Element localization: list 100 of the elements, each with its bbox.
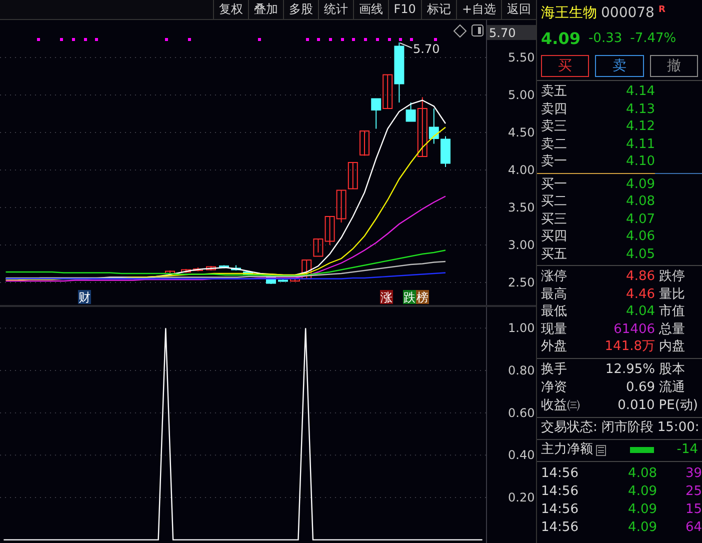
ask-price: 4.10 (625, 153, 655, 171)
status-time: 15:00: (657, 419, 700, 438)
field-label: 最高 (541, 286, 567, 302)
candlestick (165, 270, 175, 275)
field-label: 总量 (659, 322, 685, 336)
stat-value: 4.86 (625, 268, 655, 286)
trade-price: 4.09 (627, 500, 657, 519)
diamond-icon[interactable] (453, 24, 467, 38)
toolbar-button[interactable]: 多股 (282, 0, 318, 19)
percent-change: -7.47% (630, 30, 676, 48)
bid-price: 4.08 (625, 193, 655, 211)
toolbar-button[interactable]: 画线 (352, 0, 388, 19)
bid-price: 4.06 (625, 228, 655, 246)
field-label: 买三 (541, 212, 567, 226)
field-label: 买五 (541, 246, 567, 262)
field-label: 内盘 (659, 339, 685, 354)
stat-value: 0.69 (625, 378, 655, 397)
event-marker[interactable]: 涨 (380, 290, 393, 304)
candlestick (206, 266, 216, 271)
trade-volume: 25 (685, 482, 702, 501)
trade-time: 14:56 (541, 500, 580, 519)
leader-line (400, 42, 412, 48)
trade-button[interactable]: 卖 (595, 55, 644, 77)
field-label: 流通 (659, 380, 685, 395)
axis-tick-label: 2.50 (508, 276, 535, 290)
field-label: 交易状态: (541, 419, 598, 438)
candlestick (360, 130, 370, 156)
ask-price: 4.13 (625, 100, 655, 118)
field-label: 最低 (541, 304, 567, 319)
trade-price: 4.08 (627, 464, 657, 483)
trade-button[interactable]: 买 (541, 55, 590, 77)
toolbar-button[interactable]: 返回 (501, 0, 536, 19)
toolbar-button[interactable]: 标记 (420, 0, 456, 19)
field-label: 现量 (541, 322, 567, 336)
bid-price: 4.05 (625, 246, 655, 264)
stat-value: 141.8万 (604, 338, 655, 356)
toolbar-button[interactable]: 统计 (318, 0, 353, 19)
axis-tick-label: 4.00 (508, 163, 535, 177)
field-label: 跌停 (659, 269, 685, 284)
field-label: 市值 (659, 304, 685, 319)
axis-tick-label: 5.50 (508, 50, 535, 64)
high-price-label: 5.70 (413, 42, 440, 56)
toolbar-button[interactable]: +自选 (456, 0, 501, 19)
axis-tick-label: 0.80 (508, 364, 535, 378)
stat-value: 12.95% (604, 360, 655, 379)
event-marker[interactable]: 跌 (403, 290, 416, 304)
field-label: PE(动) (658, 398, 698, 413)
status-value: 闭市阶段 (601, 419, 654, 438)
toolbar-button[interactable]: 复权 (212, 0, 248, 19)
toolbar-button[interactable]: 叠加 (248, 0, 283, 19)
trade-time: 14:56 (541, 518, 580, 537)
stat-value: 4.46 (625, 286, 655, 304)
trade-volume: 64 (685, 518, 702, 537)
toolbar-button[interactable]: F10 (388, 0, 421, 19)
candlestick (243, 270, 253, 276)
candlestick (290, 278, 300, 282)
field-label: 买四 (541, 229, 567, 244)
event-marker[interactable]: 财 (78, 290, 91, 304)
candlestick (278, 279, 288, 282)
stat-value: 61406 (612, 320, 655, 338)
field-label: 涨停 (541, 269, 567, 284)
stat-value: 4.04 (625, 303, 655, 321)
field-label: 卖三 (541, 119, 567, 134)
trade-button[interactable]: 撤 (650, 55, 698, 77)
candlestick (302, 260, 312, 280)
axis-tick-label: 3.50 (508, 200, 535, 214)
field-label: 买一 (541, 176, 567, 192)
current-price-label: 5.70 (487, 25, 536, 40)
axis-tick-label: 0.60 (508, 406, 535, 420)
ask-price: 4.14 (625, 83, 655, 101)
axis-tick-label: 0.20 (508, 490, 535, 504)
axis-tick-label: 4.50 (508, 126, 535, 140)
axis-tick-label: 1.00 (508, 321, 535, 336)
candlestick (440, 136, 450, 168)
price-change: -0.33 (588, 30, 622, 48)
ask-price: 4.11 (625, 136, 655, 154)
candlestick (348, 162, 358, 190)
field-label: 量比 (659, 286, 685, 302)
field-label: 换手 (541, 362, 567, 377)
field-label: 外盘 (541, 339, 567, 354)
panel-toggle-icon[interactable] (472, 24, 484, 36)
candlestick (231, 264, 241, 271)
axis-tick-label: 3.00 (508, 238, 535, 252)
stock-name: 海王生物 (541, 4, 597, 22)
axis-tick-label: 5.00 (508, 88, 535, 102)
event-marker[interactable]: 榜 (416, 290, 429, 304)
bid-price: 4.07 (625, 210, 655, 228)
trade-volume: 15 (685, 500, 702, 519)
list-icon[interactable] (596, 444, 606, 456)
axis-tick-label: 0.40 (508, 448, 535, 462)
field-label: 卖一 (541, 154, 567, 169)
stat-value: 0.010 (616, 396, 655, 415)
candlestick (371, 98, 382, 130)
candlestick (193, 267, 203, 272)
net-flow-value: -14 (676, 441, 698, 460)
field-label: 卖五 (541, 84, 567, 99)
field-label: 卖四 (541, 102, 567, 116)
field-label: 卖二 (541, 136, 567, 152)
field-label: 净资 (541, 380, 567, 395)
last-price: 4.09 (541, 28, 580, 50)
